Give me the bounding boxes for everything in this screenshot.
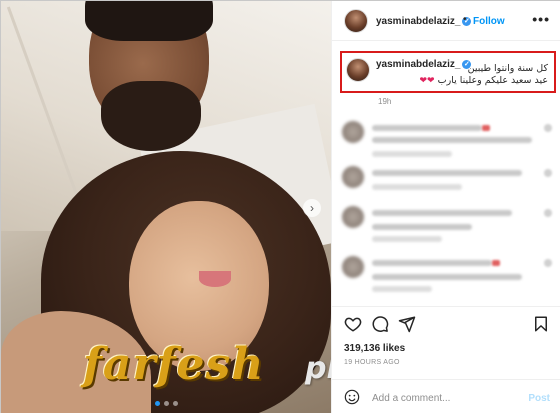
blurred-text bbox=[372, 260, 492, 266]
carousel-dots bbox=[1, 401, 331, 406]
caption-line-2: عيد سعيد عليكم وعلينا يارب ❤❤ bbox=[378, 75, 548, 87]
blurred-text bbox=[372, 170, 522, 176]
caption-time: 19h bbox=[378, 97, 392, 106]
blurred-text bbox=[372, 125, 482, 131]
photo-detail bbox=[199, 271, 231, 287]
comment-item[interactable] bbox=[342, 256, 554, 296]
comment-avatar[interactable] bbox=[342, 121, 364, 143]
ellipsis-icon[interactable]: ••• bbox=[532, 11, 550, 27]
carousel-dot[interactable] bbox=[154, 401, 160, 406]
photo-detail bbox=[85, 1, 213, 41]
action-bar bbox=[332, 306, 560, 340]
watermark-brand: farfesh bbox=[83, 339, 265, 390]
post-frame: › farfesh plus.com yasminabdelaziz_✓ • F… bbox=[0, 0, 560, 413]
blurred-emoji bbox=[492, 260, 500, 266]
blurred-meta bbox=[372, 151, 452, 157]
post-button[interactable]: Post bbox=[528, 393, 550, 404]
caption-line: عيد سعيد عليكم وعلينا يارب bbox=[437, 75, 548, 86]
emoji-icon[interactable] bbox=[344, 389, 360, 405]
likes-count[interactable]: 319,136 likes bbox=[344, 343, 405, 354]
photo-detail bbox=[101, 81, 201, 151]
comment-item[interactable] bbox=[342, 166, 554, 206]
chevron-right-icon[interactable]: › bbox=[303, 199, 321, 217]
heart-icon[interactable] bbox=[344, 315, 362, 333]
post-timestamp[interactable]: 19 HOURS AGO bbox=[344, 359, 400, 366]
comment-avatar[interactable] bbox=[342, 206, 364, 228]
header-username[interactable]: yasminabdelaziz_ ✓ bbox=[376, 16, 472, 27]
heart-emoji: ❤❤ bbox=[419, 76, 435, 86]
comment-item[interactable] bbox=[342, 121, 554, 161]
carousel-dot[interactable] bbox=[163, 401, 169, 406]
carousel-dot[interactable] bbox=[172, 401, 178, 406]
blurred-emoji bbox=[482, 125, 490, 131]
caption-line: كل سنة وانتوا طيبين bbox=[467, 63, 548, 74]
blurred-text bbox=[372, 224, 472, 230]
comment-icon[interactable] bbox=[371, 315, 389, 333]
post-side-panel: yasminabdelaziz_ ✓ • Follow ••• yasminabd… bbox=[331, 1, 560, 413]
comment-input-bar: Add a comment... Post bbox=[332, 379, 560, 413]
caption-highlight: yasminabdelaziz_ ✓ كل سنة وانتوا طيبين عي… bbox=[340, 51, 556, 93]
blurred-meta bbox=[372, 286, 432, 292]
comment-avatar[interactable] bbox=[342, 256, 364, 278]
follow-button[interactable]: Follow bbox=[473, 16, 505, 27]
heart-icon[interactable] bbox=[544, 124, 552, 132]
share-icon[interactable] bbox=[398, 315, 416, 333]
avatar[interactable] bbox=[346, 58, 370, 82]
blurred-text bbox=[372, 274, 522, 280]
bookmark-icon[interactable] bbox=[532, 315, 550, 333]
username-text[interactable]: yasminabdelaziz_ bbox=[376, 16, 460, 27]
heart-icon[interactable] bbox=[544, 209, 552, 217]
heart-icon[interactable] bbox=[544, 169, 552, 177]
blurred-meta bbox=[372, 184, 462, 190]
heart-icon[interactable] bbox=[544, 259, 552, 267]
blurred-meta bbox=[372, 236, 442, 242]
comment-input[interactable]: Add a comment... bbox=[372, 393, 450, 404]
comment-item[interactable] bbox=[342, 206, 554, 246]
comment-avatar[interactable] bbox=[342, 166, 364, 188]
avatar[interactable] bbox=[344, 9, 368, 33]
blurred-text bbox=[372, 137, 532, 143]
blurred-text bbox=[372, 210, 512, 216]
caption-text: كل سنة وانتوا طيبين عيد سعيد عليكم وعلين… bbox=[378, 63, 548, 87]
post-header: yasminabdelaziz_ ✓ • Follow ••• bbox=[332, 1, 560, 41]
separator-dot: • bbox=[463, 14, 467, 25]
